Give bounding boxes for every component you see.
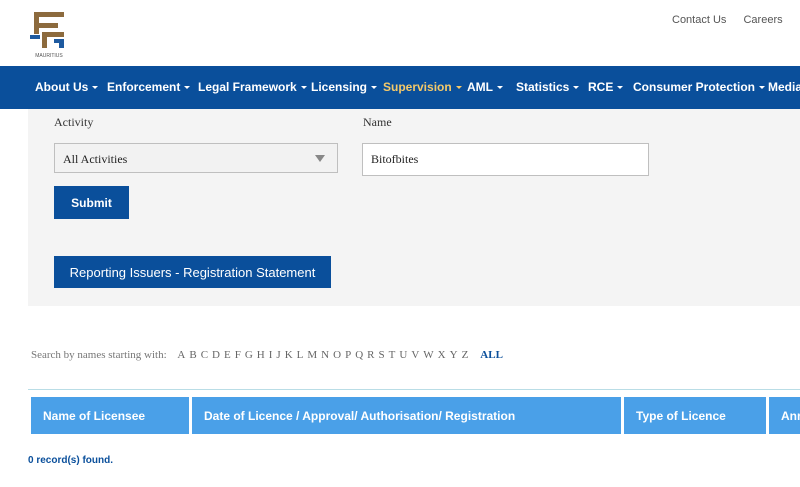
- letter-w-link[interactable]: W: [423, 349, 433, 361]
- caret-down-icon: [617, 86, 624, 90]
- name-input[interactable]: [362, 143, 649, 176]
- caret-down-icon: [371, 86, 378, 90]
- letter-r-link[interactable]: R: [367, 349, 374, 361]
- activity-label: Activity: [54, 115, 94, 129]
- nav-media[interactable]: Media: [768, 80, 800, 94]
- contact-us-link[interactable]: Contact Us: [672, 14, 726, 26]
- top-links: Contact Us Careers Ne: [672, 14, 800, 26]
- nav-supervision-label: Supervision: [383, 80, 452, 94]
- nav-rce-label: RCE: [588, 80, 614, 94]
- nav-consumer-protection[interactable]: Consumer Protection: [633, 80, 766, 94]
- nav-about-us-label: About Us: [35, 80, 89, 94]
- letter-b-link[interactable]: B: [189, 349, 196, 361]
- column-header-type[interactable]: Type of Licence: [624, 397, 766, 434]
- column-header-ann[interactable]: Ann: [769, 397, 800, 434]
- letter-p-link[interactable]: P: [345, 349, 351, 361]
- nav-legal-framework[interactable]: Legal Framework: [198, 80, 307, 94]
- letter-x-link[interactable]: X: [438, 349, 446, 361]
- nav-statistics[interactable]: Statistics: [516, 80, 580, 94]
- letter-a-link[interactable]: A: [177, 349, 185, 361]
- nav-statistics-label: Statistics: [516, 80, 570, 94]
- logo-text: MAURITIUS: [35, 53, 63, 59]
- letter-z-link[interactable]: Z: [462, 349, 469, 361]
- letter-l-link[interactable]: L: [297, 349, 304, 361]
- nav-aml[interactable]: AML: [467, 80, 503, 94]
- nav-licensing[interactable]: Licensing: [311, 80, 378, 94]
- nav-rce[interactable]: RCE: [588, 80, 624, 94]
- caret-down-icon: [573, 86, 580, 90]
- letter-q-link[interactable]: Q: [355, 349, 363, 361]
- activity-select-value: All Activities: [63, 152, 128, 166]
- careers-link[interactable]: Careers: [743, 14, 782, 26]
- letter-n-link[interactable]: N: [321, 349, 329, 361]
- letter-c-link[interactable]: C: [201, 349, 208, 361]
- letter-t-link[interactable]: T: [389, 349, 396, 361]
- nav-supervision[interactable]: Supervision: [383, 80, 462, 94]
- caret-down-icon: [759, 86, 766, 90]
- letter-g-link[interactable]: G: [245, 349, 253, 361]
- letter-e-link[interactable]: E: [224, 349, 231, 361]
- alphabet-prompt: Search by names starting with:: [31, 349, 167, 361]
- submit-button[interactable]: Submit: [54, 186, 129, 219]
- letter-k-link[interactable]: K: [285, 349, 293, 361]
- records-count: 0 record(s) found.: [28, 455, 114, 466]
- dropdown-arrow-icon: [315, 155, 325, 162]
- nav-legal-framework-label: Legal Framework: [198, 80, 297, 94]
- caret-down-icon: [184, 86, 191, 90]
- nav-about-us[interactable]: About Us: [35, 80, 99, 94]
- letter-v-link[interactable]: V: [411, 349, 419, 361]
- letter-i-link[interactable]: I: [269, 349, 273, 361]
- letter-u-link[interactable]: U: [399, 349, 407, 361]
- letter-d-link[interactable]: D: [212, 349, 220, 361]
- nav-consumer-protection-label: Consumer Protection: [633, 80, 756, 94]
- letter-j-link[interactable]: J: [276, 349, 280, 361]
- letter-f-link[interactable]: F: [235, 349, 241, 361]
- caret-down-icon: [497, 86, 503, 90]
- caret-down-icon: [455, 86, 462, 90]
- name-label: Name: [363, 115, 392, 129]
- letter-h-link[interactable]: H: [257, 349, 265, 361]
- divider: [28, 389, 800, 390]
- alphabet-letters: A B C D E F G H I J K L M N O P Q R S T U V W X Y Z ALL: [177, 349, 507, 361]
- main-nav: About Us Enforcement Legal Framework Lic…: [0, 66, 800, 109]
- alphabet-filter: Search by names starting with: ABCDEFGHI…: [31, 349, 507, 361]
- registration-statement-button[interactable]: Reporting Issuers - Registration Stateme…: [54, 256, 331, 288]
- nav-enforcement-label: Enforcement: [107, 80, 181, 94]
- nav-licensing-label: Licensing: [311, 80, 368, 94]
- nav-media-label: Media: [768, 80, 800, 94]
- nav-enforcement[interactable]: Enforcement: [107, 80, 191, 94]
- caret-down-icon: [300, 86, 307, 90]
- letter-m-link[interactable]: M: [307, 349, 317, 361]
- fsc-logo-icon[interactable]: MAURITIUS: [28, 8, 70, 60]
- activity-select[interactable]: All Activities: [54, 143, 338, 173]
- nav-aml-label: AML: [467, 80, 493, 94]
- column-header-name[interactable]: Name of Licensee: [31, 397, 189, 434]
- letter-all-link[interactable]: ALL: [480, 349, 503, 361]
- caret-down-icon: [92, 86, 99, 90]
- letter-s-link[interactable]: S: [379, 349, 385, 361]
- letter-y-link[interactable]: Y: [450, 349, 458, 361]
- column-header-date[interactable]: Date of Licence / Approval/ Authorisatio…: [192, 397, 621, 434]
- top-header: MAURITIUS Contact Us Careers Ne: [0, 0, 800, 66]
- letter-o-link[interactable]: O: [333, 349, 341, 361]
